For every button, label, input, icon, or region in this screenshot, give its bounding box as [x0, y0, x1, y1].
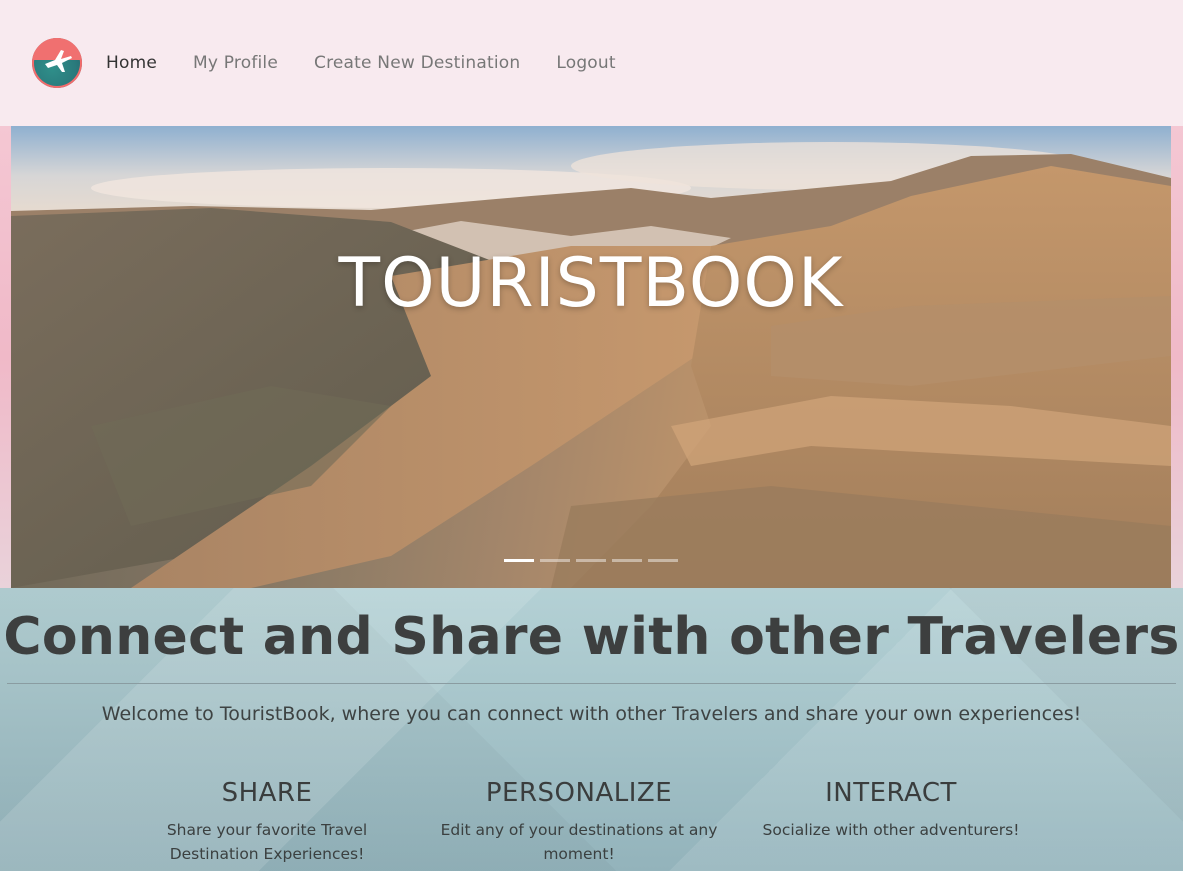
carousel-indicator-5[interactable] [648, 559, 678, 562]
airplane-globe-icon[interactable] [32, 38, 82, 88]
carousel-indicator-3[interactable] [576, 559, 606, 562]
carousel-indicator-1[interactable] [504, 559, 534, 562]
hero-title: TOURISTBOOK [338, 244, 844, 323]
nav-my-profile[interactable]: My Profile [193, 53, 278, 73]
nav-links: Home My Profile Create New Destination L… [106, 53, 652, 73]
divider [7, 683, 1176, 684]
page-headline: Connect and Share with other Travelers [3, 607, 1180, 667]
feature-text: Share your favorite Travel Destination E… [166, 821, 368, 863]
canyon-image [11, 126, 1171, 588]
feature-title: SHARE [221, 778, 313, 808]
navbar: Home My Profile Create New Destination L… [0, 0, 1183, 126]
feature-interact: INTERACT Socialize with other adventurer… [756, 778, 1026, 842]
feature-title: PERSONALIZE [485, 778, 673, 808]
carousel-indicator-4[interactable] [612, 559, 642, 562]
feature-personalize: PERSONALIZE Edit any of your destination… [434, 778, 724, 866]
nav-logout[interactable]: Logout [556, 53, 615, 73]
background-edge-left [0, 126, 11, 588]
nav-home[interactable]: Home [106, 53, 157, 73]
hero-carousel[interactable]: TOURISTBOOK [11, 126, 1171, 588]
feature-text: Socialize with other adventurers! [762, 821, 1020, 839]
feature-title: INTERACT [825, 778, 957, 808]
nav-create-new-destination[interactable]: Create New Destination [314, 53, 520, 73]
feature-text: Edit any of your destinations at any mom… [440, 821, 718, 863]
carousel-indicators [504, 559, 684, 562]
feature-share: SHARE Share your favorite Travel Destina… [160, 778, 374, 866]
welcome-text: Welcome to TouristBook, where you can co… [101, 703, 1082, 725]
carousel-indicator-2[interactable] [540, 559, 570, 562]
background-edge-right [1171, 126, 1183, 588]
